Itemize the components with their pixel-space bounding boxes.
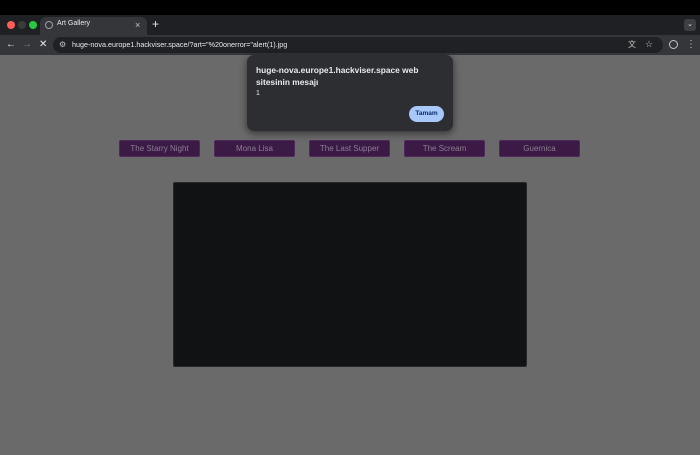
profile-icon[interactable] (669, 40, 678, 49)
tab-strip: Art Gallery × + ⌄ (0, 15, 700, 35)
alert-dialog: huge-nova.europe1.hackviser.space web si… (247, 55, 453, 131)
tab-close-icon[interactable]: × (135, 19, 140, 31)
window-minimize-button[interactable] (18, 21, 26, 29)
browser-toolbar: ← → ✕ ⚙ huge-nova.europe1.hackviser.spac… (0, 35, 700, 55)
tune-icon[interactable]: ⚙ (59, 39, 66, 51)
dialog-message: 1 (256, 90, 260, 97)
screen-top-bar (0, 0, 700, 15)
stop-loading-button[interactable]: ✕ (39, 38, 47, 52)
star-icon[interactable]: ☆ (645, 38, 653, 51)
art-button-guernica[interactable]: Guernica (499, 140, 580, 157)
art-button-the-scream[interactable]: The Scream (404, 140, 485, 157)
tab-search-dropdown-icon[interactable]: ⌄ (684, 19, 696, 31)
artwork-display (173, 182, 527, 367)
tab-art-gallery[interactable]: Art Gallery × (40, 17, 147, 35)
window-close-button[interactable] (7, 21, 15, 29)
art-button-starry-night[interactable]: The Starry Night (119, 140, 200, 157)
dialog-ok-button[interactable]: Tamam (409, 106, 444, 122)
art-button-last-supper[interactable]: The Last Supper (309, 140, 390, 157)
tab-title: Art Gallery (57, 20, 91, 27)
translate-icon[interactable]: 文 (628, 39, 636, 51)
back-button[interactable]: ← (6, 38, 16, 52)
window-zoom-button[interactable] (29, 21, 37, 29)
loading-favicon-icon (45, 21, 53, 29)
forward-button[interactable]: → (22, 38, 32, 52)
kebab-menu-icon[interactable]: ⋮ (686, 38, 696, 52)
art-button-mona-lisa[interactable]: Mona Lisa (214, 140, 295, 157)
url-text[interactable]: huge-nova.europe1.hackviser.space/?art="… (72, 40, 287, 49)
new-tab-button[interactable]: + (152, 16, 159, 32)
dialog-title: huge-nova.europe1.hackviser.space web si… (256, 65, 419, 87)
address-bar[interactable]: ⚙ huge-nova.europe1.hackviser.space/?art… (53, 37, 663, 53)
